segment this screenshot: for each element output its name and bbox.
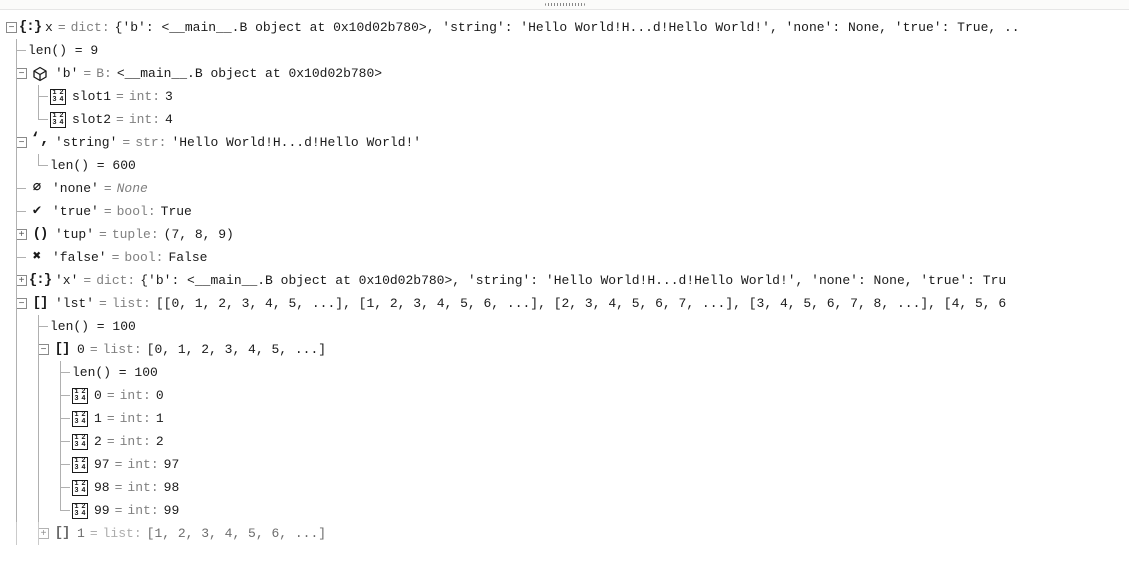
var-row-none[interactable]: ∅ 'none' = None xyxy=(6,177,1129,200)
var-row-lst-0[interactable]: [] 0 = list: [0, 1, 2, 3, 4, 5, ...] xyxy=(6,338,1129,361)
var-row-slot2[interactable]: 1234 slot2 = int: 4 xyxy=(6,108,1129,131)
collapse-toggle[interactable] xyxy=(6,22,17,33)
int-icon: 1234 xyxy=(72,457,88,473)
equals: = xyxy=(58,16,66,39)
len-row: len() = 9 xyxy=(6,39,1129,62)
var-row-lst-0-0[interactable]: 1234 0 = int: 0 xyxy=(6,384,1129,407)
var-name: 'b' xyxy=(55,62,78,85)
int-icon: 1234 xyxy=(72,411,88,427)
object-icon xyxy=(31,65,49,83)
var-row-lst-0-2[interactable]: 1234 2 = int: 2 xyxy=(6,430,1129,453)
int-icon: 1234 xyxy=(72,434,88,450)
var-row-slot1[interactable]: 1234 slot1 = int: 3 xyxy=(6,85,1129,108)
var-row-lst-0-97[interactable]: 1234 97 = int: 97 xyxy=(6,453,1129,476)
var-row-lst-1[interactable]: [] 1 = list: [1, 2, 3, 4, 5, 6, ...] xyxy=(6,522,1129,545)
var-name: x xyxy=(45,16,53,39)
var-value: <__main__.B object at 0x10d02b780> xyxy=(117,62,382,85)
none-icon: ∅ xyxy=(28,180,46,198)
var-row-true[interactable]: ✔ 'true' = bool: True xyxy=(6,200,1129,223)
var-value: {'b': <__main__.B object at 0x10d02b780>… xyxy=(115,16,1020,39)
variable-inspector: {:} x = dict: {'b': <__main__.B object a… xyxy=(0,9,1129,588)
var-row-false[interactable]: ✖ 'false' = bool: False xyxy=(6,246,1129,269)
int-icon: 1234 xyxy=(72,480,88,496)
int-icon: 1234 xyxy=(72,388,88,404)
var-row-lst-0-99[interactable]: 1234 99 = int: 99 xyxy=(6,499,1129,522)
panel-resize-handle[interactable] xyxy=(0,0,1129,8)
var-row-lst[interactable]: [] 'lst' = list: [[0, 1, 2, 3, 4, 5, ...… xyxy=(6,292,1129,315)
var-row-b[interactable]: 'b' = B: <__main__.B object at 0x10d02b7… xyxy=(6,62,1129,85)
list-icon: [] xyxy=(53,525,71,543)
len-row: len() = 100 xyxy=(6,315,1129,338)
list-icon: [] xyxy=(53,341,71,359)
bool-true-icon: ✔ xyxy=(28,203,46,221)
var-row-lst-0-1[interactable]: 1234 1 = int: 1 xyxy=(6,407,1129,430)
var-row-lst-0-98[interactable]: 1234 98 = int: 98 xyxy=(6,476,1129,499)
int-icon: 1234 xyxy=(50,112,66,128)
var-row-x-recursive[interactable]: {:} 'x' = dict: {'b': <__main__.B object… xyxy=(6,269,1129,292)
var-type: B: xyxy=(96,62,112,85)
bool-false-icon: ✖ xyxy=(28,249,46,267)
dict-icon: {:} xyxy=(21,19,39,37)
tuple-icon: () xyxy=(31,226,49,244)
string-icon: ‘, xyxy=(31,131,49,149)
var-value: None xyxy=(117,177,148,200)
list-icon: [] xyxy=(31,295,49,313)
var-type: dict: xyxy=(71,16,110,39)
var-row-x[interactable]: {:} x = dict: {'b': <__main__.B object a… xyxy=(6,16,1129,39)
int-icon: 1234 xyxy=(72,503,88,519)
len-row: len() = 100 xyxy=(6,361,1129,384)
var-row-string[interactable]: ‘, 'string' = str: 'Hello World!H...d!He… xyxy=(6,131,1129,154)
len-label: len() = 9 xyxy=(28,39,98,62)
var-row-tup[interactable]: () 'tup' = tuple: (7, 8, 9) xyxy=(6,223,1129,246)
int-icon: 1234 xyxy=(50,89,66,105)
dict-icon: {:} xyxy=(31,272,49,290)
len-row: len() = 600 xyxy=(6,154,1129,177)
